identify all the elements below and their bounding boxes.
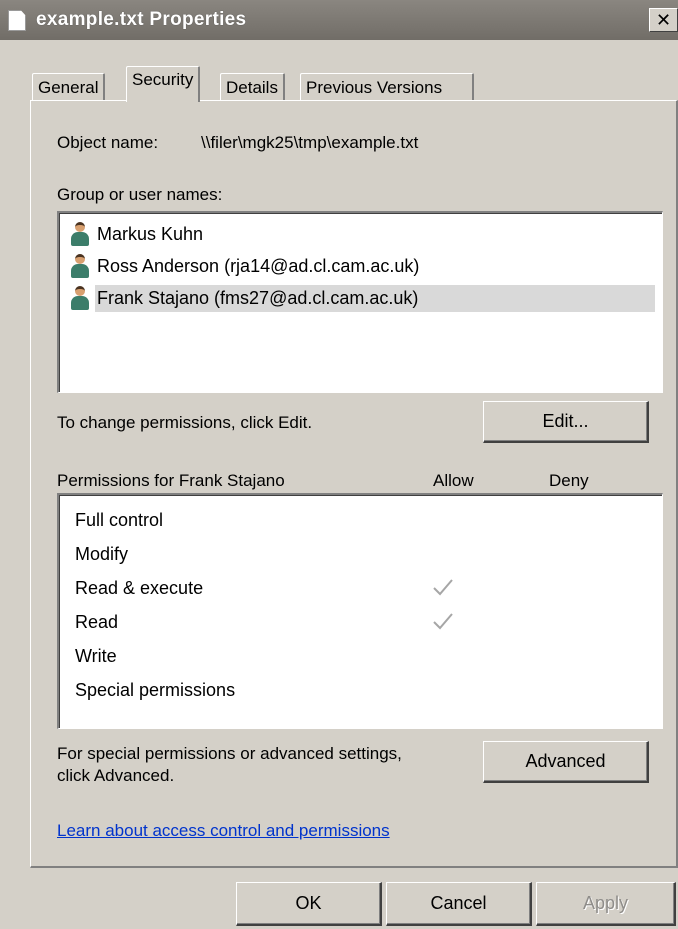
permission-row: Read	[75, 605, 678, 639]
user-name: Ross Anderson (rja14@ad.cl.cam.ac.uk)	[97, 255, 420, 276]
user-list-item[interactable]: Ross Anderson (rja14@ad.cl.cam.ac.uk)	[69, 251, 655, 281]
permission-row: Full control	[75, 503, 678, 537]
allow-column-header: Allow	[433, 471, 474, 490]
user-name: Markus Kuhn	[97, 223, 204, 244]
text-document-icon	[8, 10, 26, 31]
permissions-header: Permissions for Frank Stajano	[57, 471, 285, 490]
title-bar[interactable]: example.txt Properties ✕	[0, 0, 678, 40]
permission-name: Special permissions	[75, 679, 236, 700]
permissions-list[interactable]: Full control Modify Read & execute Read …	[57, 493, 663, 729]
tab-security[interactable]: Security	[126, 66, 201, 102]
deny-column-header: Deny	[549, 471, 589, 490]
user-list-item-selected[interactable]: Frank Stajano (fms27@ad.cl.cam.ac.uk)	[69, 283, 655, 313]
user-icon	[69, 221, 91, 247]
user-icon	[69, 285, 91, 311]
cancel-button[interactable]: Cancel	[386, 882, 532, 926]
user-list[interactable]: Markus Kuhn Ross Anderson (rja14@ad.cl.c…	[57, 211, 663, 393]
close-icon: ✕	[655, 9, 672, 31]
object-name-label: Object name:	[57, 133, 159, 152]
learn-about-access-control-link[interactable]: Learn about access control and permissio…	[57, 821, 390, 841]
permission-row: Special permissions	[75, 673, 678, 707]
object-name-value: \\filer\mgk25\tmp\example.txt	[201, 133, 419, 152]
group-or-user-names-label: Group or user names:	[57, 185, 223, 204]
user-list-item[interactable]: Markus Kuhn	[69, 219, 655, 249]
permission-name: Write	[75, 645, 117, 666]
permission-row: Modify	[75, 537, 678, 571]
permission-row: Read & execute	[75, 571, 678, 605]
properties-dialog: example.txt Properties ✕ General Securit…	[0, 0, 678, 929]
permission-row: Write	[75, 639, 678, 673]
change-permissions-hint: To change permissions, click Edit.	[57, 413, 313, 432]
advanced-hint-line2: click Advanced.	[57, 766, 175, 785]
allow-check-icon	[433, 613, 453, 630]
user-icon	[69, 253, 91, 279]
security-tab-panel: Object name: \\filer\mgk25\tmp\example.t…	[30, 100, 678, 868]
window-title: example.txt Properties	[36, 9, 247, 30]
edit-button[interactable]: Edit...	[483, 401, 649, 443]
tab-strip: General Security Details Previous Versio…	[0, 62, 678, 102]
permission-name: Read & execute	[75, 577, 204, 598]
ok-button[interactable]: OK	[236, 882, 382, 926]
tab-previous-versions[interactable]: Previous Versions	[300, 73, 474, 101]
close-button[interactable]: ✕	[649, 8, 678, 32]
permission-name: Modify	[75, 543, 129, 564]
advanced-button[interactable]: Advanced	[483, 741, 649, 783]
permission-name: Read	[75, 611, 119, 632]
apply-button[interactable]: Apply	[536, 882, 676, 926]
advanced-hint-line1: For special permissions or advanced sett…	[57, 744, 402, 763]
permission-name: Full control	[75, 509, 164, 530]
allow-check-icon	[433, 579, 453, 596]
tab-general[interactable]: General	[32, 73, 106, 101]
advanced-hint: For special permissions or advanced sett…	[57, 743, 402, 787]
user-name: Frank Stajano (fms27@ad.cl.cam.ac.uk)	[95, 284, 655, 312]
tab-details[interactable]: Details	[220, 73, 285, 101]
